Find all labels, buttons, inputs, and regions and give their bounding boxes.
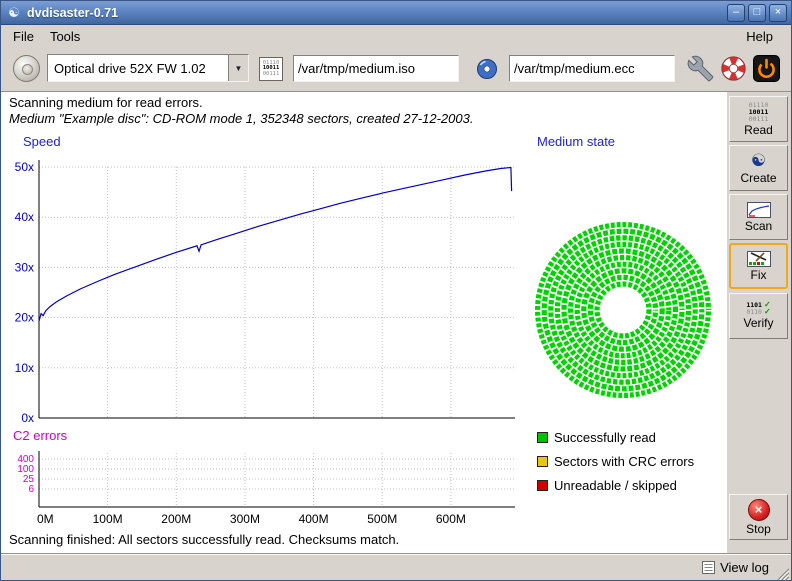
legend-swatch-unreadable xyxy=(537,480,548,491)
medium-state-title: Medium state xyxy=(537,134,615,149)
yin-yang-icon: ☯ xyxy=(751,152,766,170)
read-button-label: Read xyxy=(744,123,773,137)
power-icon xyxy=(753,55,780,82)
maximize-button[interactable]: □ xyxy=(748,4,766,22)
svg-text:0M: 0M xyxy=(37,512,54,526)
medium-state-disc xyxy=(531,214,721,404)
status-line-1: Scanning medium for read errors. xyxy=(9,95,203,110)
svg-text:30x: 30x xyxy=(15,260,34,274)
verify-button[interactable]: 1101 ✓ 0110 ✓ Verify xyxy=(729,293,788,339)
cd-disc-icon xyxy=(476,58,498,80)
window-titlebar[interactable]: ☯ dvdisaster-0.71 – □ × xyxy=(1,1,791,25)
stop-icon: × xyxy=(748,499,770,521)
toolbar: Optical drive 52X FW 1.02 ▼ 01110 10011 … xyxy=(1,47,791,91)
scan-result-status: Scanning finished: All sectors successfu… xyxy=(9,532,399,547)
sidebar: 01110 10011 00111 Read ☯ Create Scan xyxy=(727,91,791,554)
minimize-button[interactable]: – xyxy=(727,4,745,22)
check-icon: ✓ xyxy=(764,309,771,315)
speed-chart: 0x 10x 20x 30x 40x 50x xyxy=(5,152,529,428)
fix-tools-icon xyxy=(747,251,771,267)
main-panel: Scanning medium for read errors. Medium … xyxy=(1,91,727,554)
legend-label: Unreadable / skipped xyxy=(554,478,677,493)
svg-text:500M: 500M xyxy=(367,512,397,526)
svg-text:40x: 40x xyxy=(15,210,34,224)
create-button[interactable]: ☯ Create xyxy=(729,145,788,191)
svg-text:300M: 300M xyxy=(230,512,260,526)
read-button[interactable]: 01110 10011 00111 Read xyxy=(729,96,788,142)
iso-path-input[interactable] xyxy=(293,55,459,82)
ecc-path-input[interactable] xyxy=(509,55,675,82)
c2-errors-chart: 0M 100M 200M 300M 400M 500M 600M 625100400 xyxy=(5,445,529,537)
svg-text:6: 6 xyxy=(28,484,34,495)
c2-errors-chart-title: C2 errors xyxy=(13,428,67,443)
stop-button[interactable]: × Stop xyxy=(729,494,788,540)
legend-swatch-success xyxy=(537,432,548,443)
svg-text:10x: 10x xyxy=(15,361,34,375)
svg-text:600M: 600M xyxy=(436,512,466,526)
svg-text:100: 100 xyxy=(17,464,34,475)
stop-button-label: Stop xyxy=(746,522,771,536)
statusbar: View log xyxy=(1,553,791,581)
scan-button-label: Scan xyxy=(745,219,772,233)
svg-text:50x: 50x xyxy=(15,160,34,174)
wrench-icon xyxy=(687,55,714,82)
legend-item-crc: Sectors with CRC errors xyxy=(537,454,694,469)
menu-help[interactable]: Help xyxy=(738,27,781,46)
view-log-icon xyxy=(702,561,715,574)
status-line-2: Medium "Example disc": CD-ROM mode 1, 35… xyxy=(9,111,473,126)
svg-text:20x: 20x xyxy=(15,311,34,325)
window-title: dvdisaster-0.71 xyxy=(27,6,724,20)
read-icon: 01110 xyxy=(749,102,769,108)
legend-item-unreadable: Unreadable / skipped xyxy=(537,478,677,493)
menu-file[interactable]: File xyxy=(5,27,42,46)
svg-text:400: 400 xyxy=(17,454,34,465)
svg-text:25: 25 xyxy=(23,474,35,485)
drive-select[interactable]: Optical drive 52X FW 1.02 ▼ xyxy=(47,54,249,82)
speed-chart-title: Speed xyxy=(23,134,61,149)
quit-button[interactable] xyxy=(753,55,781,83)
ecc-image-icon[interactable] xyxy=(475,57,499,81)
resize-grip[interactable] xyxy=(774,565,789,580)
scan-button[interactable]: Scan xyxy=(729,194,788,240)
iso-image-icon[interactable]: 01110 10011 00111 xyxy=(259,57,283,81)
help-button[interactable] xyxy=(720,55,748,83)
verify-button-label: Verify xyxy=(743,316,773,330)
svg-text:200M: 200M xyxy=(161,512,191,526)
view-log-label: View log xyxy=(720,560,769,575)
svg-text:0x: 0x xyxy=(21,411,34,425)
preferences-button[interactable] xyxy=(687,55,715,83)
drive-select-value: Optical drive 52X FW 1.02 xyxy=(48,55,228,81)
close-button[interactable]: × xyxy=(769,4,787,22)
svg-text:100M: 100M xyxy=(93,512,123,526)
legend-label: Successfully read xyxy=(554,430,656,445)
menubar: File Tools Help xyxy=(1,25,791,47)
app-window: ☯ dvdisaster-0.71 – □ × File Tools Help … xyxy=(0,0,792,581)
drive-eject-button[interactable] xyxy=(13,55,40,82)
chevron-down-icon[interactable]: ▼ xyxy=(228,55,248,81)
app-yin-yang-icon: ☯ xyxy=(5,5,23,21)
legend-label: Sectors with CRC errors xyxy=(554,454,694,469)
view-log-button[interactable]: View log xyxy=(702,560,769,575)
menu-tools[interactable]: Tools xyxy=(42,27,88,46)
legend-item-success: Successfully read xyxy=(537,430,656,445)
create-button-label: Create xyxy=(740,171,776,185)
svg-text:400M: 400M xyxy=(299,512,329,526)
fix-button-label: Fix xyxy=(751,268,767,282)
scan-chart-icon xyxy=(747,202,771,218)
lifering-icon xyxy=(720,55,747,82)
legend-swatch-crc xyxy=(537,456,548,467)
fix-button[interactable]: Fix xyxy=(729,243,788,289)
